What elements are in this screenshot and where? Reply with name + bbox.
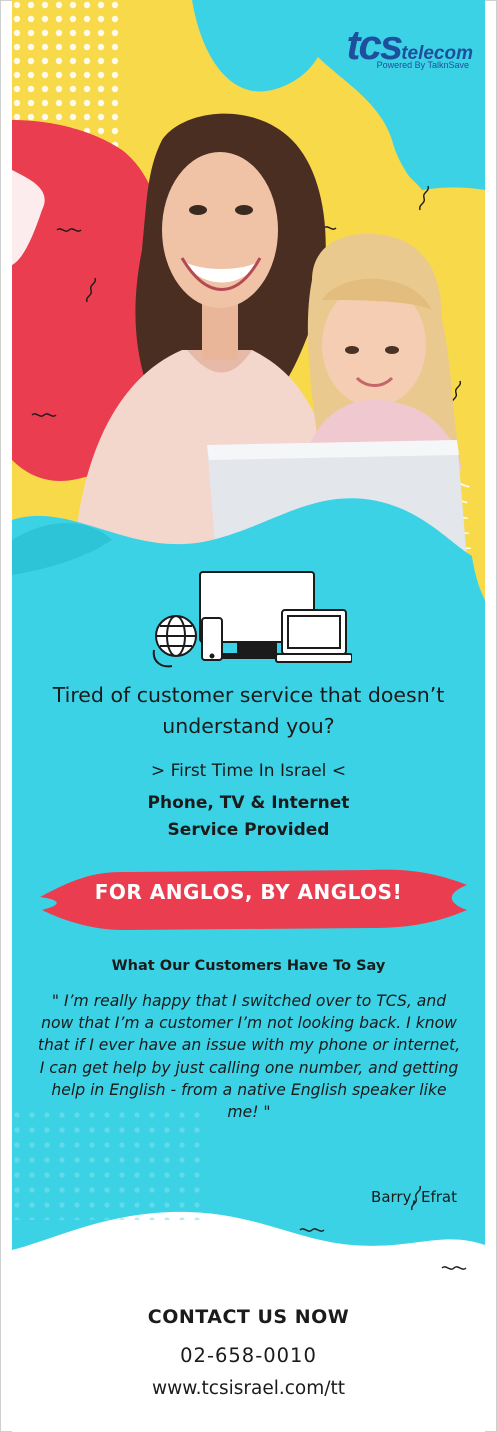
service-line-1: Phone, TV & Internet: [147, 793, 350, 813]
slogan: FOR ANGLOS, BY ANGLOS!: [94, 880, 403, 904]
tcs-telecom-logo: tcstelecom Powered By TalknSave: [323, 24, 473, 84]
ad-banner: tcstelecom Powered By TalknSave Tired of…: [12, 0, 485, 1432]
testimonial-quote: " I’m really happy that I switched over …: [37, 992, 461, 1122]
first-time-subline: > First Time In Israel <: [150, 761, 347, 781]
service-line-2: Service Provided: [167, 820, 330, 840]
contact-heading: CONTACT US NOW: [147, 1306, 350, 1328]
logo-tagline: Powered By TalknSave: [376, 60, 469, 70]
tagline: Tired of customer service that doesn’t u…: [52, 683, 445, 738]
testimonial-author: Barry, Efrat: [371, 1188, 457, 1206]
devices-icon: [152, 571, 352, 668]
service-provided: Phone, TV & Internet Service Provided: [12, 790, 485, 844]
testimonials-title: What Our Customers Have To Say: [111, 958, 386, 974]
contact-website[interactable]: www.tcsisrael.com/tt: [12, 1378, 485, 1399]
contact-phone[interactable]: 02-658-0010: [12, 1344, 485, 1367]
